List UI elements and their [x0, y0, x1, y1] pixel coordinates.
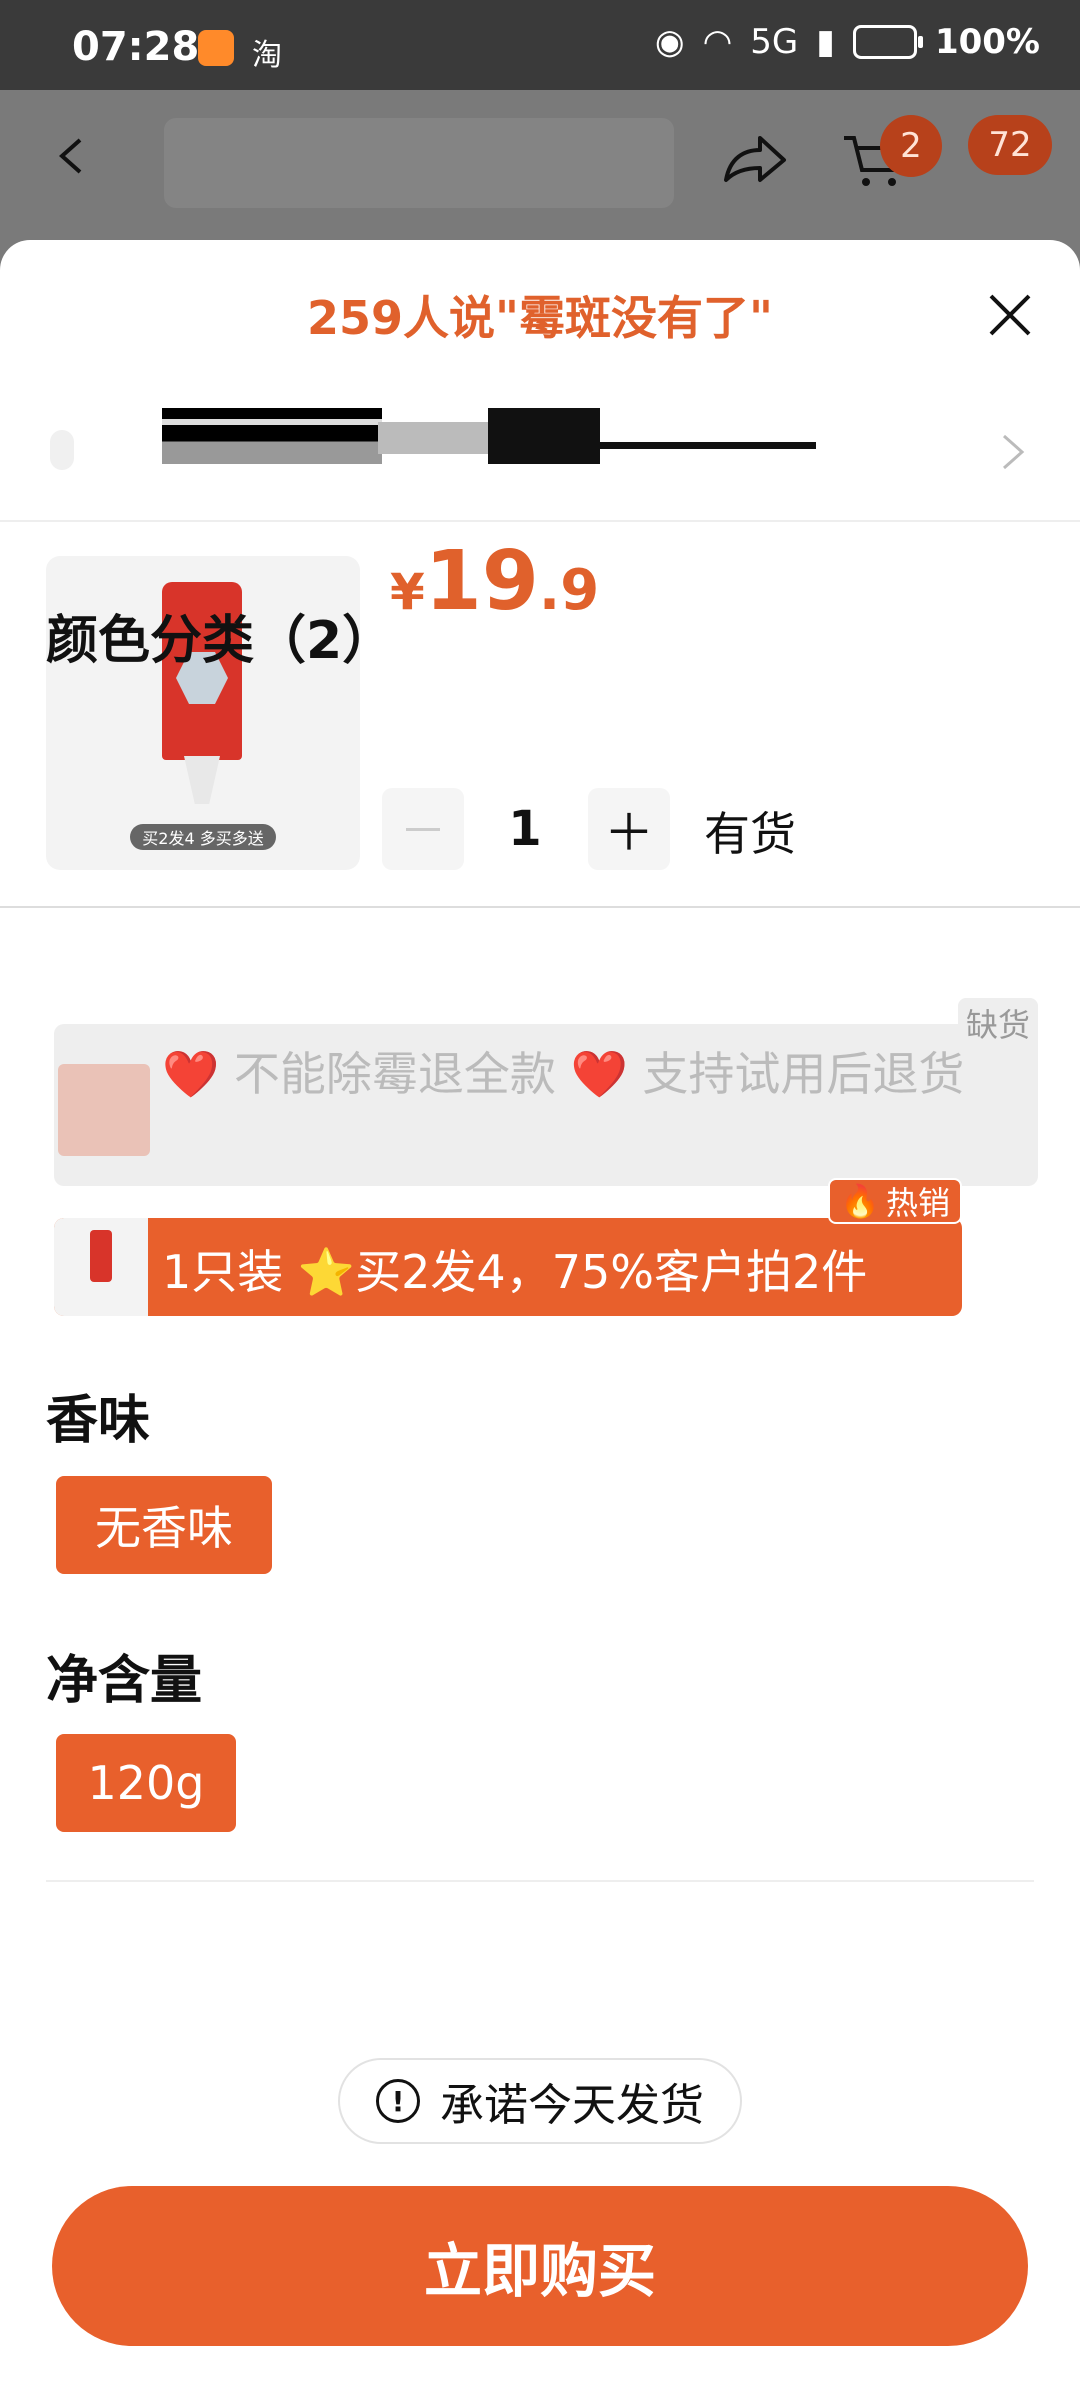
status-bar: 07:28 淘 ◉ ◠ 5G ▮ 100%	[0, 0, 1080, 90]
page-header: 2 72	[0, 90, 1080, 240]
divider	[46, 1880, 1034, 1882]
section-title-net-content: 净含量	[46, 1651, 203, 1711]
more-count-badge[interactable]: 72	[968, 115, 1052, 175]
sku-selection-sheet: 259人说"霉斑没有了" 买2发4 多买多送 ¥19.9 1 ＋ 有货 颜色分类…	[0, 240, 1080, 2400]
color-option-disabled[interactable]: ❤️ 不能除霉退全款 ❤️ 支持试用后退货 缺货	[54, 998, 1038, 1186]
taobao-notification-icon: 淘	[252, 38, 282, 73]
blurred-title	[164, 118, 674, 208]
product-nozzle	[184, 756, 220, 804]
status-time: 07:28	[72, 24, 200, 70]
product-image-tag: 买2发4 多买多送	[130, 824, 276, 850]
net-content-option-chip[interactable]: 120g	[56, 1734, 236, 1832]
quantity-value[interactable]: 1	[490, 788, 560, 870]
stock-status: 有货	[704, 807, 796, 861]
info-icon: !	[376, 2079, 420, 2123]
address-row[interactable]	[0, 390, 1080, 520]
close-icon[interactable]	[985, 290, 1035, 340]
hot-sale-label: 热销	[885, 1184, 950, 1222]
eye-icon: ◉	[654, 22, 685, 62]
shipping-promise-pill[interactable]: ! 承诺今天发货	[338, 2058, 742, 2144]
redacted-address	[600, 442, 816, 449]
price-currency: ¥	[390, 563, 425, 621]
price-decimal: .9	[538, 558, 600, 623]
out-of-stock-badge: 缺货	[957, 998, 1038, 1048]
quantity-increase-button[interactable]: ＋	[588, 788, 670, 870]
scent-option-chip[interactable]: 无香味	[56, 1476, 272, 1574]
divider	[0, 520, 1080, 522]
redacted-address	[378, 422, 488, 454]
price-integer: 19	[424, 534, 539, 629]
option-thumbnail	[54, 1218, 148, 1316]
hot-sale-badge: 🔥 热销	[828, 1178, 962, 1224]
price: ¥19.9	[390, 534, 599, 629]
chevron-right-icon	[1003, 434, 1025, 470]
divider	[0, 906, 1080, 908]
share-icon[interactable]	[720, 130, 790, 190]
battery-icon	[852, 25, 923, 59]
battery-percent: 100%	[934, 22, 1040, 62]
back-arrow-icon[interactable]	[52, 136, 92, 176]
signal-label: 5G	[750, 22, 799, 62]
notification-app-icon	[198, 30, 234, 66]
section-title-color: 颜色分类（2）	[46, 611, 395, 671]
location-icon	[50, 430, 74, 470]
sheet-title: 259人说"霉斑没有了"	[307, 291, 773, 345]
wifi-icon: ◠	[702, 22, 733, 62]
fire-icon: 🔥	[840, 1182, 880, 1220]
status-icons: ◉ ◠ 5G ▮ 100%	[655, 22, 1040, 62]
shipping-promise-text: 承诺今天发货	[440, 2080, 704, 2131]
redacted-address	[162, 408, 382, 464]
option-label: 1只装 ⭐买2发4，75%客户拍2件	[162, 1245, 868, 1299]
option-label: ❤️ 不能除霉退全款 ❤️ 支持试用后退货	[162, 1047, 965, 1101]
signal-icon: ▮	[816, 22, 835, 62]
quantity-decrease-button[interactable]	[382, 788, 464, 870]
color-option-selected[interactable]: 1只装 ⭐买2发4，75%客户拍2件 🔥 热销	[54, 1178, 962, 1316]
section-title-scent: 香味	[46, 1391, 151, 1451]
option-thumbnail	[58, 1064, 150, 1156]
buy-now-button[interactable]: 立即购买	[52, 2186, 1028, 2346]
redacted-address	[488, 408, 600, 464]
cart-count-badge: 2	[880, 115, 942, 177]
